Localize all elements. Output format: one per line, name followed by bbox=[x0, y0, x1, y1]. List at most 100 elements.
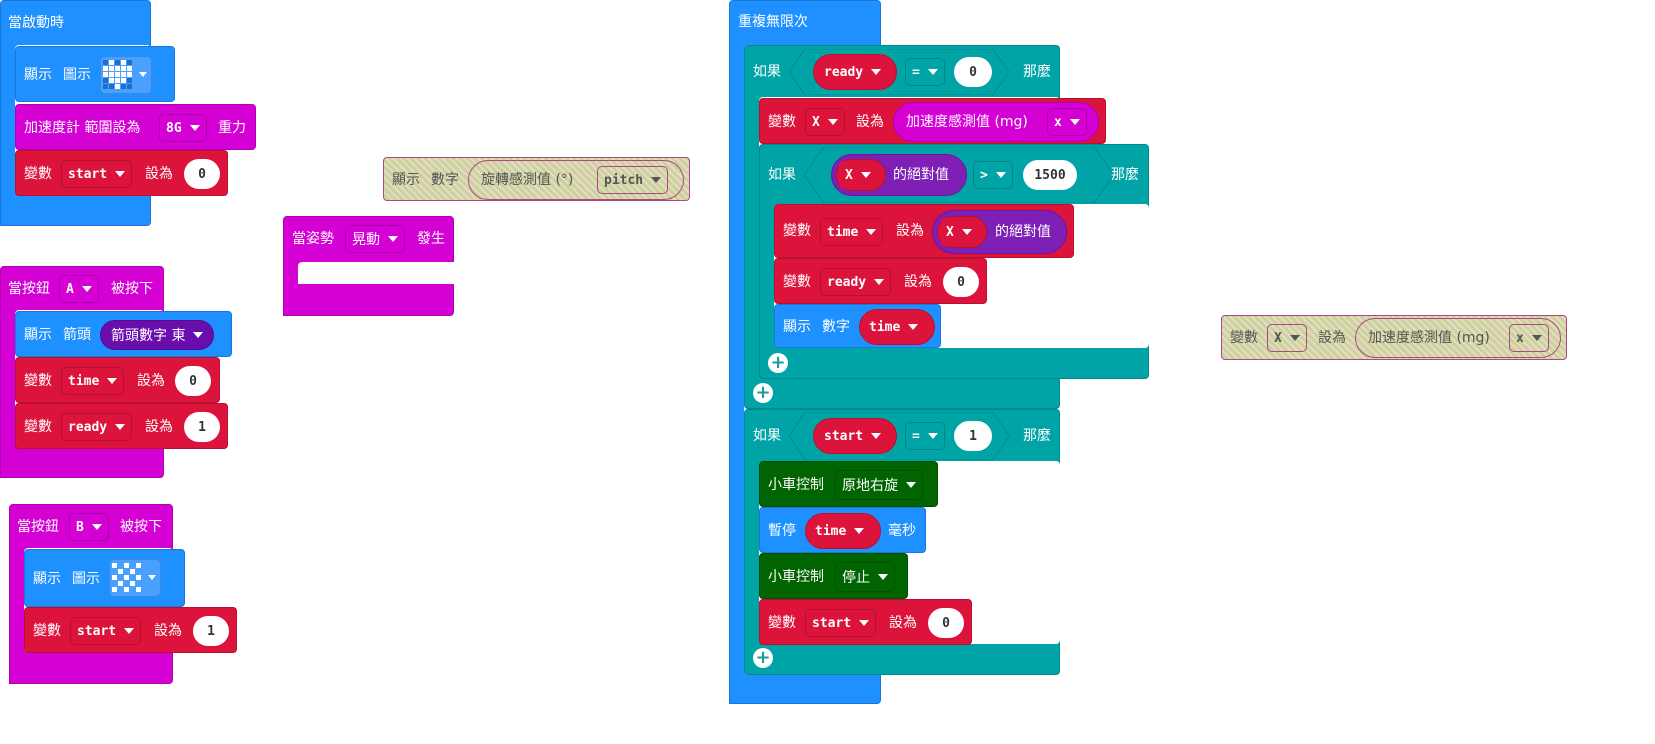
disabled-set-x-block[interactable]: 變數 X 設為 加速度感測值 (mg) x bbox=[1221, 315, 1567, 360]
add-else-icon[interactable]: + bbox=[753, 383, 773, 403]
car-action-dropdown[interactable]: 原地右旋 bbox=[835, 470, 923, 500]
var-dropdown-time[interactable]: time bbox=[809, 517, 871, 545]
var-dropdown-ready[interactable]: ready bbox=[820, 268, 892, 296]
set-start-b-block[interactable]: 變數 start 設為 1 bbox=[24, 607, 237, 653]
set-start-block[interactable]: 變數 start 設為 0 bbox=[15, 150, 228, 196]
set-time-block[interactable]: 變數 time 設為 0 bbox=[15, 357, 220, 403]
pause-block[interactable]: 暫停 time 毫秒 bbox=[759, 507, 926, 553]
compare-op-dropdown[interactable]: = bbox=[905, 422, 945, 450]
set-label: 設為 bbox=[1318, 330, 1346, 346]
axis-value: pitch bbox=[604, 172, 644, 188]
show-icon-b-block[interactable]: 顯示 圖示 bbox=[24, 549, 185, 607]
var-name: X bbox=[1274, 330, 1282, 346]
set-ready-block[interactable]: 變數 ready 設為 1 bbox=[15, 403, 228, 449]
var-reporter-time[interactable]: time bbox=[859, 309, 935, 345]
value-input[interactable]: 0 bbox=[184, 159, 220, 189]
show-number-time-block[interactable]: 顯示 數字 time bbox=[774, 304, 941, 348]
chevron-down-icon bbox=[193, 332, 204, 338]
gesture-label-post: 發生 bbox=[417, 231, 445, 247]
add-else-icon[interactable]: + bbox=[768, 353, 788, 373]
var-dropdown-ready[interactable]: ready bbox=[818, 58, 888, 86]
heart-icon[interactable] bbox=[100, 56, 152, 94]
gesture-label-pre: 當姿勢 bbox=[292, 231, 334, 247]
chevron-down-icon bbox=[107, 378, 118, 384]
abs-reporter[interactable]: X 的絕對值 bbox=[831, 154, 967, 196]
car-control-stop-block[interactable]: 小車控制 停止 bbox=[759, 553, 908, 599]
var-reporter-x[interactable]: X bbox=[836, 159, 886, 191]
set-start-zero-block[interactable]: 變數 start 設為 0 bbox=[759, 599, 972, 645]
chevron-down-icon bbox=[878, 574, 888, 580]
axis-dropdown-x[interactable]: x bbox=[1509, 324, 1549, 352]
button-a-dropdown[interactable]: A bbox=[59, 275, 99, 303]
var-dropdown-x[interactable]: X bbox=[1267, 324, 1307, 352]
accel-range-dropdown[interactable]: 8G bbox=[159, 114, 207, 142]
button-b-label-post: 被按下 bbox=[120, 519, 162, 535]
value-input[interactable]: 0 bbox=[943, 267, 979, 297]
arrow-direction-dropdown[interactable]: 箭頭數字 東 bbox=[100, 320, 215, 350]
arrow-direction-value: 箭頭數字 東 bbox=[111, 328, 186, 344]
var-name: ready bbox=[824, 64, 864, 80]
var-dropdown-x[interactable]: X bbox=[839, 161, 877, 189]
accel-sensor-label: 加速度感測值 (mg) bbox=[1368, 330, 1490, 346]
var-dropdown-start[interactable]: start bbox=[61, 160, 133, 188]
accel-sensor-reporter[interactable]: 加速度感測值 (mg) x bbox=[893, 102, 1099, 142]
var-dropdown-start[interactable]: start bbox=[805, 609, 877, 637]
var-reporter-time[interactable]: time bbox=[805, 513, 881, 549]
chevron-down-icon bbox=[871, 433, 882, 439]
show-number-pitch-block[interactable]: 顯示 數字 旋轉感測值 (°) pitch bbox=[383, 157, 690, 201]
car-action-value: 停止 bbox=[842, 570, 870, 586]
value-input[interactable]: 1 bbox=[184, 412, 220, 442]
value-input[interactable]: 1 bbox=[954, 421, 992, 451]
accel-range-value: 8G bbox=[166, 120, 182, 136]
var-reporter-x[interactable]: X bbox=[937, 216, 987, 248]
show-label: 顯示 bbox=[24, 327, 52, 343]
var-label: 變數 bbox=[24, 166, 52, 182]
set-time-abs-block[interactable]: 變數 time 設為 X 的絕對值 bbox=[774, 204, 1074, 258]
car-action-dropdown[interactable]: 停止 bbox=[835, 562, 895, 592]
chevron-down-icon bbox=[1289, 335, 1300, 341]
var-dropdown-time[interactable]: time bbox=[820, 218, 884, 246]
var-reporter-start[interactable]: start bbox=[813, 418, 897, 454]
chevron-down-icon bbox=[388, 236, 398, 242]
accel-range-block[interactable]: 加速度計 範圍設為 8G 重力 bbox=[15, 104, 256, 150]
accel-sensor-reporter[interactable]: 加速度感測值 (mg) x bbox=[1355, 318, 1561, 358]
set-x-block[interactable]: 變數 X 設為 加速度感測值 (mg) x bbox=[759, 98, 1106, 144]
add-else-icon[interactable]: + bbox=[753, 648, 773, 668]
axis-dropdown-pitch[interactable]: pitch bbox=[597, 166, 669, 194]
var-dropdown-ready[interactable]: ready bbox=[61, 413, 133, 441]
compare-op-dropdown[interactable]: > bbox=[973, 161, 1013, 189]
chevron-down-icon bbox=[651, 177, 662, 183]
show-arrow-block[interactable]: 顯示 箭頭 箭頭數字 東 bbox=[15, 311, 232, 357]
var-dropdown-start[interactable]: start bbox=[70, 617, 142, 645]
if-label: 如果 bbox=[768, 167, 796, 183]
var-dropdown-x[interactable]: X bbox=[940, 218, 978, 246]
button-b-dropdown[interactable]: B bbox=[69, 513, 109, 541]
gesture-dropdown[interactable]: 晃動 bbox=[345, 225, 405, 253]
compare-op-dropdown[interactable]: = bbox=[905, 58, 945, 86]
var-dropdown-time[interactable]: time bbox=[61, 367, 125, 395]
value-input[interactable]: 0 bbox=[175, 366, 211, 396]
var-dropdown-time[interactable]: time bbox=[863, 313, 925, 341]
set-ready-zero-block[interactable]: 變數 ready 設為 0 bbox=[774, 258, 987, 304]
var-name: start bbox=[812, 615, 852, 631]
abs-reporter[interactable]: X 的絕對值 bbox=[932, 210, 1067, 254]
var-reporter-ready[interactable]: ready bbox=[813, 54, 897, 90]
chevron-down-icon bbox=[1531, 335, 1542, 341]
car-control-spin-block[interactable]: 小車控制 原地右旋 bbox=[759, 461, 938, 507]
rotation-sensor-reporter[interactable]: 旋轉感測值 (°) pitch bbox=[468, 160, 684, 200]
var-dropdown-x[interactable]: X bbox=[805, 108, 845, 136]
show-icon-block[interactable]: 顯示 圖示 bbox=[15, 46, 175, 102]
value-input[interactable]: 0 bbox=[928, 608, 964, 638]
pause-label: 暫停 bbox=[768, 523, 796, 539]
value-input[interactable]: 1 bbox=[193, 616, 229, 646]
pattern-icon[interactable] bbox=[109, 559, 161, 597]
var-name: time bbox=[68, 373, 100, 389]
var-name: start bbox=[77, 623, 117, 639]
chevron-down-icon bbox=[859, 620, 870, 626]
axis-value: x bbox=[1516, 330, 1524, 346]
var-dropdown-start[interactable]: start bbox=[818, 422, 888, 450]
value-input[interactable]: 0 bbox=[954, 57, 992, 87]
show-icon-label: 顯示 bbox=[24, 67, 52, 83]
value-input[interactable]: 1500 bbox=[1023, 160, 1077, 190]
axis-dropdown-x[interactable]: x bbox=[1047, 108, 1087, 136]
